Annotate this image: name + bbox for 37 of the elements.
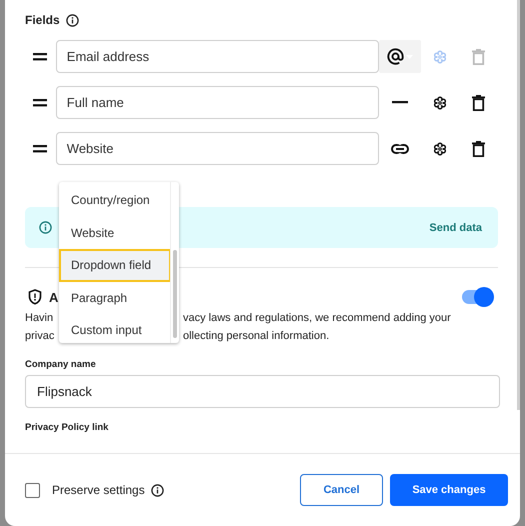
- section-title: A: [49, 290, 58, 304]
- menu-item[interactable]: Country/region: [59, 184, 171, 216]
- field-input[interactable]: Full name: [56, 86, 380, 119]
- menu-item[interactable]: Website: [59, 216, 171, 249]
- at-sign-icon: [387, 48, 404, 65]
- settings-icon[interactable]: [433, 96, 448, 110]
- shield-icon: [28, 289, 42, 305]
- checkbox-label: Preserve settings: [52, 483, 145, 497]
- drag-handle-icon[interactable]: [33, 52, 48, 60]
- info-icon: [150, 484, 164, 496]
- menu-item[interactable]: Paragraph: [59, 282, 171, 314]
- minus-icon[interactable]: [392, 101, 408, 104]
- settings-icon[interactable]: [433, 142, 448, 156]
- description-text: vacy laws and regulations, we recommend adding your: [183, 311, 451, 326]
- company-name-input[interactable]: Flipsnack: [25, 375, 500, 408]
- info-icon: [66, 14, 79, 26]
- field-label: Privacy Policy link: [25, 422, 110, 435]
- send-data-link[interactable]: Send data: [429, 222, 482, 234]
- cancel-button[interactable]: Cancel: [300, 474, 383, 506]
- section-heading: Fields: [25, 13, 60, 27]
- description-text: Havin: [25, 311, 54, 326]
- info-icon: [39, 221, 52, 234]
- trash-icon[interactable]: [472, 140, 486, 156]
- description-text: privac: [25, 329, 54, 344]
- description-text: ollecting personal information.: [183, 329, 330, 344]
- menu-item[interactable]: Custom input: [59, 314, 171, 346]
- drag-handle-icon[interactable]: [33, 144, 48, 152]
- checkbox[interactable]: [25, 482, 40, 498]
- link-icon[interactable]: [391, 144, 410, 154]
- field-input[interactable]: Website: [56, 132, 380, 165]
- toggle-switch[interactable]: [462, 290, 492, 304]
- field-type-dropdown[interactable]: [379, 40, 422, 73]
- field-label: Company name: [25, 359, 97, 372]
- trash-icon[interactable]: [472, 94, 486, 110]
- menu-item[interactable]: Dropdown field: [59, 249, 171, 282]
- drag-handle-icon[interactable]: [33, 98, 48, 106]
- save-button[interactable]: Save changes: [390, 474, 508, 506]
